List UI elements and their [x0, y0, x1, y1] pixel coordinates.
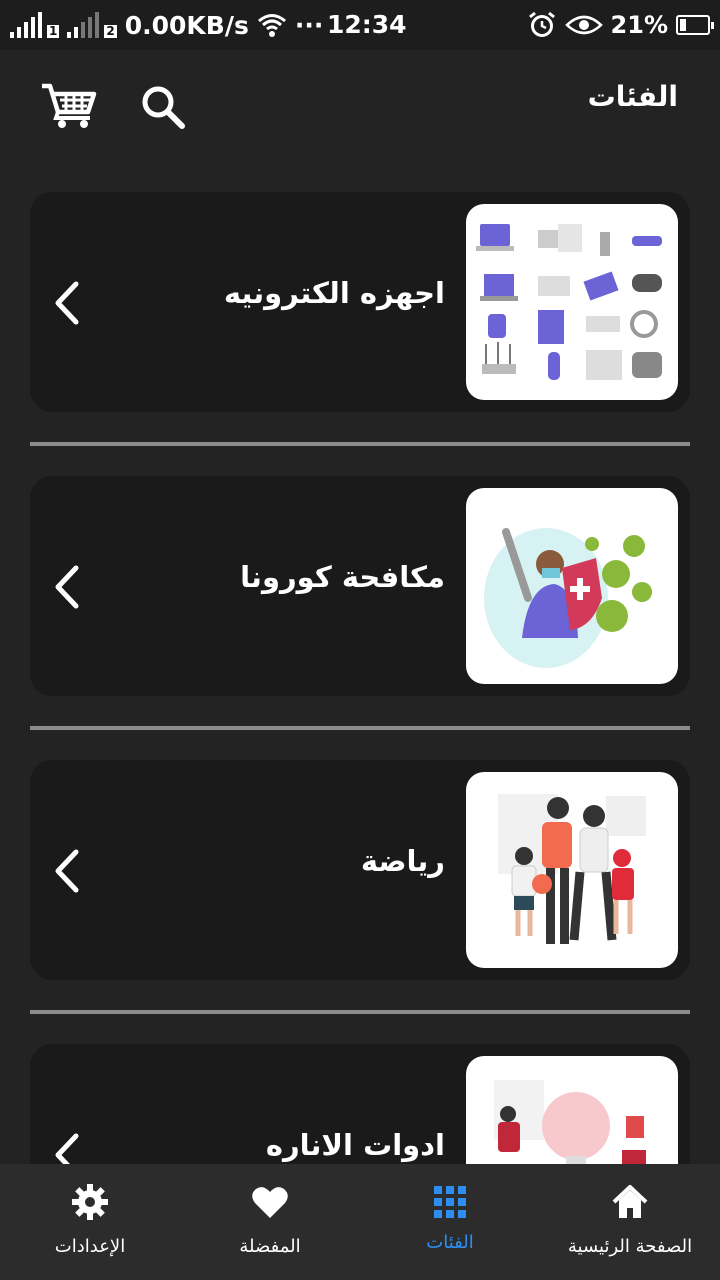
eye-icon: [564, 15, 603, 35]
signal-icon-sim1: 1: [10, 12, 60, 38]
net-speed: 0.00KB/s: [124, 10, 249, 40]
battery-percent: 21%: [610, 11, 668, 39]
signal-icon-sim2: 2: [67, 12, 117, 38]
app-bar: الفئات: [0, 50, 720, 160]
chevron-left-icon: [55, 565, 79, 609]
nav-favorites[interactable]: المفضلة: [180, 1164, 360, 1280]
nav-settings[interactable]: الإعدادات: [0, 1164, 180, 1280]
home-icon: [612, 1185, 648, 1218]
chevron-left-icon: [55, 281, 79, 325]
divider: [30, 1010, 690, 1014]
chevron-left-icon: [55, 1133, 79, 1164]
category-list: اجهزه الكترونيه مكافحة كورونا رياضة ادوا…: [30, 192, 690, 1164]
category-image-sports: [466, 772, 678, 968]
category-label: اجهزه الكترونيه: [223, 276, 445, 310]
category-label: رياضة: [360, 844, 445, 878]
category-card[interactable]: رياضة: [30, 760, 690, 980]
bottom-nav: الصفحة الرئيسية الفئات المفضلة الإعدادات: [0, 1164, 720, 1280]
search-icon[interactable]: [140, 84, 186, 130]
nav-categories[interactable]: الفئات: [360, 1164, 540, 1280]
gear-icon: [72, 1184, 108, 1220]
category-image-electronics: [466, 204, 678, 400]
category-card[interactable]: مكافحة كورونا: [30, 476, 690, 696]
chevron-left-icon: [55, 849, 79, 893]
nav-label: المفضلة: [239, 1236, 301, 1257]
category-image-corona: [466, 488, 678, 684]
sim2-label: 2: [104, 24, 117, 38]
heart-icon: [252, 1187, 288, 1218]
divider: [30, 442, 690, 446]
nav-label: الصفحة الرئيسية: [567, 1236, 693, 1257]
divider: [30, 726, 690, 730]
alarm-icon: [528, 11, 555, 37]
sim1-label: 1: [47, 24, 60, 38]
page-title: الفئات: [587, 80, 678, 113]
category-card[interactable]: اجهزه الكترونيه: [30, 192, 690, 412]
nav-label: الإعدادات: [54, 1236, 126, 1257]
battery-icon: [676, 15, 714, 35]
clock: 12:34: [327, 10, 407, 39]
nav-home[interactable]: الصفحة الرئيسية: [540, 1164, 720, 1280]
grid-icon: [434, 1186, 466, 1218]
status-bar: 1 2 0.00KB/s ··· 12:34 21%: [0, 0, 720, 50]
category-card[interactable]: ادوات الاناره: [30, 1044, 690, 1164]
cart-icon[interactable]: [40, 82, 98, 130]
category-image-lighting: [466, 1056, 678, 1164]
category-label: مكافحة كورونا: [240, 560, 445, 594]
more-dots: ···: [294, 10, 324, 40]
category-label: ادوات الاناره: [265, 1128, 445, 1162]
nav-label: الفئات: [426, 1232, 474, 1253]
wifi-icon: [257, 14, 286, 37]
